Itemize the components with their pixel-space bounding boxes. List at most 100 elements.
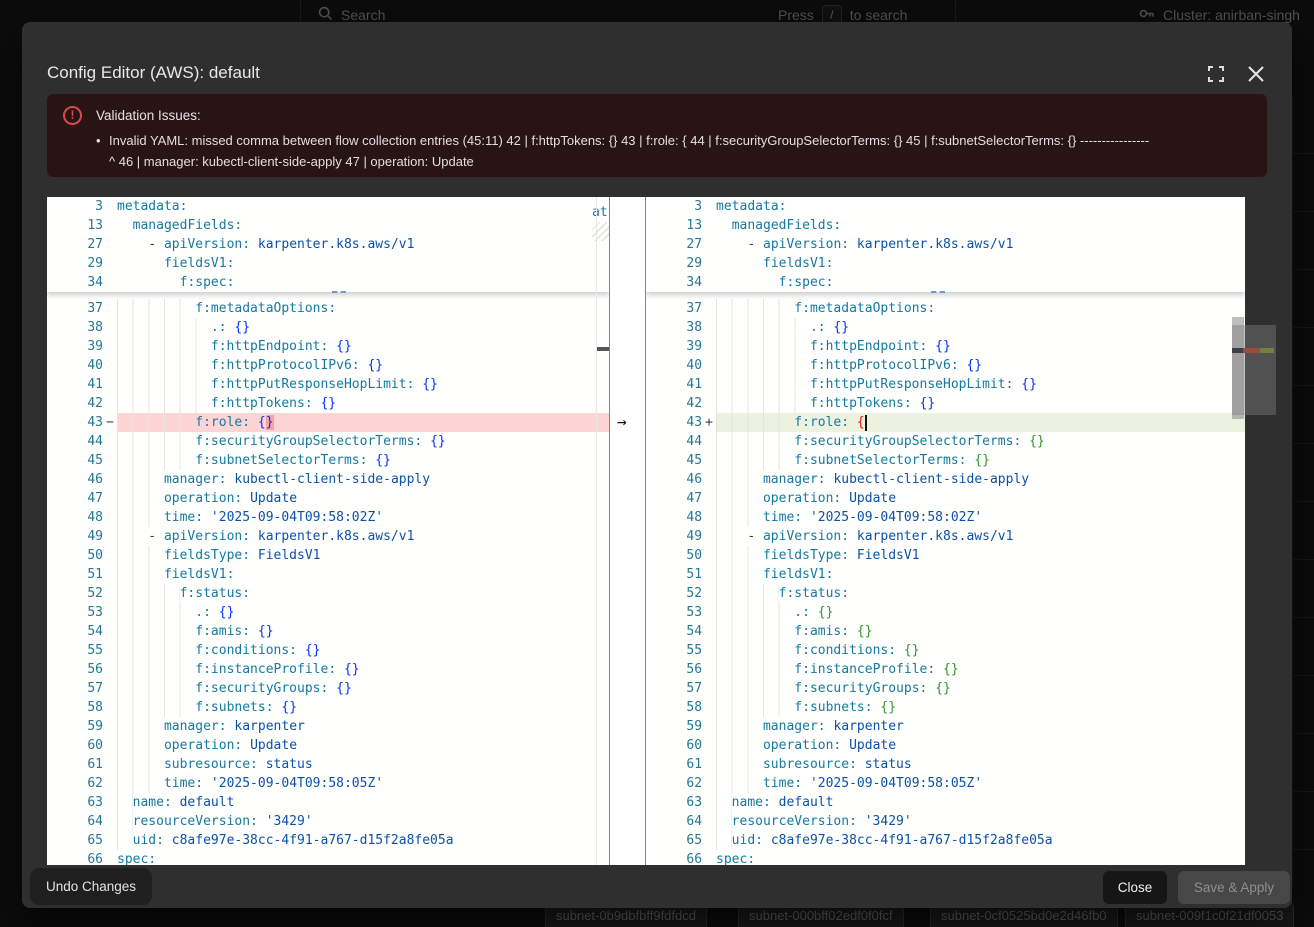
code-line-left-55[interactable]: 55f:conditions: {} — [47, 641, 609, 660]
line-number[interactable]: 38 — [646, 318, 702, 337]
code-line-left-53[interactable]: 53.: {} — [47, 603, 609, 622]
code-line-right-52[interactable]: 52f:status: — [646, 584, 1245, 603]
line-number[interactable]: 60 — [646, 736, 702, 755]
line-number[interactable]: 52 — [47, 584, 103, 603]
line-number[interactable]: 57 — [646, 679, 702, 698]
line-number[interactable]: 65 — [646, 831, 702, 850]
line-number[interactable]: 27 — [646, 235, 702, 254]
line-number[interactable]: 49 — [646, 527, 702, 546]
code-line-left-58[interactable]: 58f:subnets: {} — [47, 698, 609, 717]
line-number[interactable]: 57 — [47, 679, 103, 698]
line-number[interactable]: 62 — [646, 774, 702, 793]
undo-changes-button[interactable]: Undo Changes — [30, 868, 152, 905]
diff-pane-original[interactable]: 37f:metadataOptions:38.: {}39f:httpEndpo… — [47, 197, 609, 865]
line-number[interactable]: 40 — [646, 356, 702, 375]
code-line-right-62[interactable]: 62time: '2025-09-04T09:58:05Z' — [646, 774, 1245, 793]
code-line-right-66[interactable]: 66spec: — [646, 850, 1245, 865]
line-number[interactable]: 53 — [646, 603, 702, 622]
code-line-left-59[interactable]: 59manager: karpenter — [47, 717, 609, 736]
code-line-left-49[interactable]: 49- apiVersion: karpenter.k8s.aws/v1 — [47, 527, 609, 546]
diff-sash[interactable]: → — [609, 197, 646, 865]
line-number[interactable]: 43 — [47, 413, 103, 432]
code-line-right-64[interactable]: 64resourceVersion: '3429' — [646, 812, 1245, 831]
sticky-line-right-29[interactable]: 29 fieldsV1: — [646, 254, 1245, 273]
code-line-right-65[interactable]: 65uid: c8afe97e-38cc-4f91-a767-d15f2a8fe… — [646, 831, 1245, 850]
line-number[interactable]: 3 — [47, 197, 103, 216]
code-line-right-40[interactable]: 40f:httpProtocolIPv6: {} — [646, 356, 1245, 375]
sticky-line-left-29[interactable]: 29 fieldsV1: — [47, 254, 609, 273]
code-line-left-54[interactable]: 54f:amis: {} — [47, 622, 609, 641]
line-number[interactable]: 34 — [646, 273, 702, 292]
line-number[interactable]: 37 — [47, 299, 103, 318]
code-line-left-63[interactable]: 63name: default — [47, 793, 609, 812]
line-number[interactable]: 66 — [646, 850, 702, 865]
revert-arrow-icon[interactable]: → — [617, 412, 627, 431]
code-line-left-64[interactable]: 64resourceVersion: '3429' — [47, 812, 609, 831]
code-line-left-46[interactable]: 46manager: kubectl-client-side-apply — [47, 470, 609, 489]
line-number[interactable]: 3 — [646, 197, 702, 216]
line-number[interactable]: 53 — [47, 603, 103, 622]
line-number[interactable]: 13 — [646, 216, 702, 235]
line-number[interactable]: 61 — [646, 755, 702, 774]
line-number[interactable]: 46 — [47, 470, 103, 489]
sticky-line-left-3[interactable]: 3metadata: — [47, 197, 609, 216]
line-number[interactable]: 38 — [47, 318, 103, 337]
line-number[interactable]: 37 — [646, 299, 702, 318]
code-line-left-39[interactable]: 39f:httpEndpoint: {} — [47, 337, 609, 356]
line-number[interactable]: 41 — [47, 375, 103, 394]
sticky-line-left-13[interactable]: 13 managedFields: — [47, 216, 609, 235]
line-number[interactable]: 48 — [47, 508, 103, 527]
line-number[interactable]: 49 — [47, 527, 103, 546]
line-number[interactable]: 56 — [646, 660, 702, 679]
code-line-left-57[interactable]: 57f:securityGroups: {} — [47, 679, 609, 698]
code-line-left-56[interactable]: 56f:instanceProfile: {} — [47, 660, 609, 679]
line-number[interactable]: 45 — [47, 451, 103, 470]
line-number[interactable]: 52 — [646, 584, 702, 603]
code-line-left-50[interactable]: 50fieldsType: FieldsV1 — [47, 546, 609, 565]
line-number[interactable]: 54 — [47, 622, 103, 641]
code-line-right-63[interactable]: 63name: default — [646, 793, 1245, 812]
code-line-right-41[interactable]: 41f:httpPutResponseHopLimit: {} — [646, 375, 1245, 394]
code-line-right-54[interactable]: 54f:amis: {} — [646, 622, 1245, 641]
line-number[interactable]: 39 — [47, 337, 103, 356]
code-line-right-51[interactable]: 51fieldsV1: — [646, 565, 1245, 584]
code-line-left-45[interactable]: 45f:subnetSelectorTerms: {} — [47, 451, 609, 470]
code-line-left-42[interactable]: 42f:httpTokens: {} — [47, 394, 609, 413]
sticky-line-right-34[interactable]: 34 f:spec: — [646, 273, 1245, 292]
line-number[interactable]: 47 — [646, 489, 702, 508]
sticky-line-right-13[interactable]: 13 managedFields: — [646, 216, 1245, 235]
code-line-left-47[interactable]: 47operation: Update — [47, 489, 609, 508]
close-icon[interactable] — [1246, 64, 1266, 84]
code-line-left-41[interactable]: 41f:httpPutResponseHopLimit: {} — [47, 375, 609, 394]
code-line-left-40[interactable]: 40f:httpProtocolIPv6: {} — [47, 356, 609, 375]
code-line-right-57[interactable]: 57f:securityGroups: {} — [646, 679, 1245, 698]
code-line-right-45[interactable]: 45f:subnetSelectorTerms: {} — [646, 451, 1245, 470]
line-number[interactable]: 43 — [646, 413, 702, 432]
line-number[interactable]: 34 — [47, 273, 103, 292]
line-number[interactable]: 56 — [47, 660, 103, 679]
sticky-line-right-3[interactable]: 3metadata: — [646, 197, 1245, 216]
code-line-left-60[interactable]: 60operation: Update — [47, 736, 609, 755]
code-line-right-43[interactable]: 43+f:role: { — [646, 413, 1245, 432]
sticky-line-left-27[interactable]: 27 - apiVersion: karpenter.k8s.aws/v1 — [47, 235, 609, 254]
line-number[interactable]: 39 — [646, 337, 702, 356]
code-line-right-61[interactable]: 61subresource: status — [646, 755, 1245, 774]
line-number[interactable]: 66 — [47, 850, 103, 865]
line-number[interactable]: 48 — [646, 508, 702, 527]
line-number[interactable]: 42 — [47, 394, 103, 413]
code-line-right-46[interactable]: 46manager: kubectl-client-side-apply — [646, 470, 1245, 489]
line-number[interactable]: 29 — [47, 254, 103, 273]
line-number[interactable]: 44 — [47, 432, 103, 451]
code-line-right-39[interactable]: 39f:httpEndpoint: {} — [646, 337, 1245, 356]
line-number[interactable]: 50 — [646, 546, 702, 565]
line-number[interactable]: 50 — [47, 546, 103, 565]
code-line-left-61[interactable]: 61subresource: status — [47, 755, 609, 774]
line-number[interactable]: 45 — [646, 451, 702, 470]
code-line-right-55[interactable]: 55f:conditions: {} — [646, 641, 1245, 660]
code-line-left-37[interactable]: 37f:metadataOptions: — [47, 299, 609, 318]
line-number[interactable]: 64 — [646, 812, 702, 831]
code-line-right-37[interactable]: 37f:metadataOptions: — [646, 299, 1245, 318]
code-line-left-62[interactable]: 62time: '2025-09-04T09:58:05Z' — [47, 774, 609, 793]
code-line-right-53[interactable]: 53.: {} — [646, 603, 1245, 622]
code-line-left-38[interactable]: 38.: {} — [47, 318, 609, 337]
